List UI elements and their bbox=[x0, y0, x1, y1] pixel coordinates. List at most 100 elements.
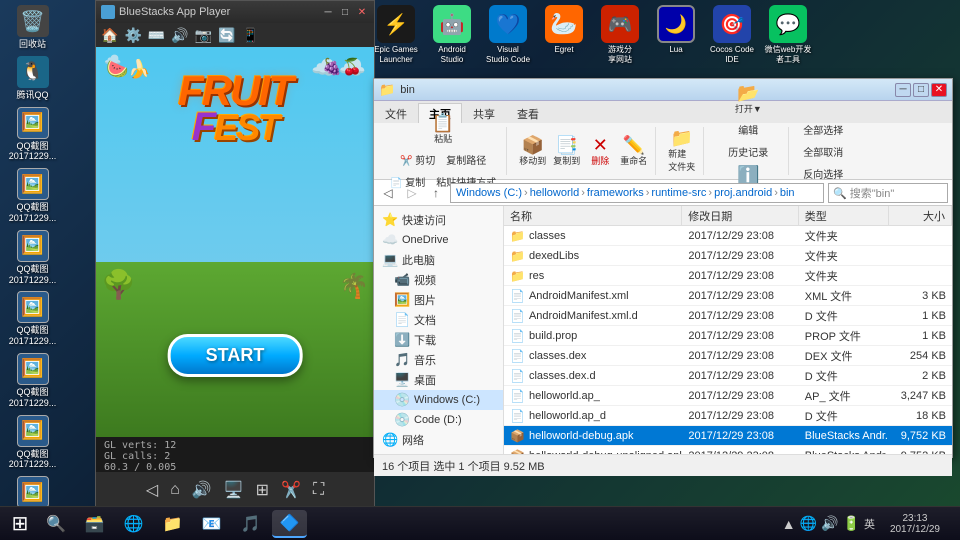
nav-item-documents[interactable]: 📄 文档 bbox=[374, 310, 503, 330]
desktop-icon-screenshot1[interactable]: 🖼️ QQ截图20171229... bbox=[5, 107, 60, 163]
ribbon-select-all-button[interactable]: 全部选择 bbox=[799, 120, 847, 139]
path-windows[interactable]: Windows (C:) bbox=[456, 187, 522, 199]
emulator-close-button[interactable]: ✕ bbox=[355, 5, 369, 19]
desktop-icon-screenshot4[interactable]: 🖼️ QQ截图20171229... bbox=[5, 291, 60, 347]
taskbar-bluestacks-button[interactable]: 🔷 bbox=[272, 510, 308, 538]
address-path[interactable]: Windows (C:) › helloworld › frameworks ›… bbox=[450, 183, 824, 203]
emulator-volume-icon[interactable]: 🔊 bbox=[171, 27, 188, 44]
back-button[interactable]: ◁ bbox=[378, 183, 398, 203]
desktop-icon-screenshot5[interactable]: 🖼️ QQ截图20171229... bbox=[5, 353, 60, 409]
ribbon-open-button[interactable]: 📂 打开▼ bbox=[733, 82, 764, 117]
forward-button[interactable]: ▷ bbox=[402, 183, 422, 203]
file-explorer-minimize-button[interactable]: ─ bbox=[895, 83, 911, 97]
notification-button[interactable] bbox=[949, 510, 955, 538]
nav-item-onedrive[interactable]: ☁️ OneDrive bbox=[374, 230, 503, 250]
nav-item-downloads[interactable]: ⬇️ 下载 bbox=[374, 330, 503, 350]
file-row-classes[interactable]: 📁classes 2017/12/29 23:08 文件夹 bbox=[504, 226, 952, 246]
emulator-home-nav-icon[interactable]: ⌂ bbox=[170, 481, 180, 499]
path-bin[interactable]: bin bbox=[780, 187, 795, 199]
game-start-button[interactable]: START bbox=[168, 334, 303, 377]
ribbon-rename-button[interactable]: ✏️ 重命名 bbox=[618, 134, 649, 169]
col-date-header[interactable]: 修改日期 bbox=[682, 206, 798, 225]
desktop-icon-screenshot2[interactable]: 🖼️ QQ截图20171229... bbox=[5, 168, 60, 224]
emulator-resize-icon[interactable]: ✂️ bbox=[281, 480, 301, 500]
search-box[interactable]: 🔍 搜索"bin" bbox=[828, 183, 948, 203]
egret-icon[interactable]: 🦢 Egret bbox=[538, 5, 590, 55]
emulator-maximize-button[interactable]: □ bbox=[338, 5, 352, 19]
path-proj[interactable]: proj.android bbox=[714, 187, 772, 199]
nav-item-thispc[interactable]: 💻 此电脑 bbox=[374, 250, 503, 270]
ribbon-deselect-button[interactable]: 全部取消 bbox=[799, 142, 847, 161]
ribbon-copy-path-button[interactable]: 复制路径 bbox=[442, 150, 490, 169]
vscode-icon[interactable]: 💙 VisualStudio Code bbox=[482, 5, 534, 64]
emulator-volume-up-icon[interactable]: 🔊 bbox=[192, 480, 212, 500]
input-method-icon[interactable]: 英 bbox=[864, 516, 875, 532]
ribbon-move-button[interactable]: 📦 移动到 bbox=[517, 134, 548, 169]
ribbon-tab-file[interactable]: 文件 bbox=[374, 103, 418, 123]
file-row-apd[interactable]: 📄helloworld.ap_d 2017/12/29 23:08 D 文件 1… bbox=[504, 406, 952, 426]
taskbar-task-view-button[interactable]: 🗃️ bbox=[77, 510, 113, 538]
up-button[interactable]: ↑ bbox=[426, 183, 446, 203]
nav-item-quickaccess[interactable]: ⭐ 快速访问 bbox=[374, 210, 503, 230]
path-helloworld[interactable]: helloworld bbox=[530, 187, 580, 199]
cocos-icon[interactable]: 🎯 Cocos CodeIDE bbox=[706, 5, 758, 64]
start-button[interactable]: ⊞ bbox=[5, 510, 35, 538]
nav-item-code-d[interactable]: 💿 Code (D:) bbox=[374, 410, 503, 430]
file-row-ap[interactable]: 📄helloworld.ap_ 2017/12/29 23:08 AP_ 文件 … bbox=[504, 386, 952, 406]
file-row-buildprop[interactable]: 📄build.prop 2017/12/29 23:08 PROP 文件 1 K… bbox=[504, 326, 952, 346]
desktop-icon-screenshot3[interactable]: 🖼️ QQ截图20171229... bbox=[5, 230, 60, 286]
nav-item-video[interactable]: 📹 视频 bbox=[374, 270, 503, 290]
epic-games-icon[interactable]: ⚡ Epic GamesLauncher bbox=[370, 5, 422, 64]
nav-item-desktop[interactable]: 🖥️ 桌面 bbox=[374, 370, 503, 390]
taskbar-folder-button[interactable]: 📁 bbox=[155, 510, 191, 538]
file-row-manifest-xml[interactable]: 📄AndroidManifest.xml 2017/12/29 23:08 XM… bbox=[504, 286, 952, 306]
game-share-icon[interactable]: 🎮 游戏分享网站 bbox=[594, 5, 646, 64]
col-type-header[interactable]: 类型 bbox=[799, 206, 889, 225]
file-row-classes-dex[interactable]: 📄classes.dex 2017/12/29 23:08 DEX 文件 254… bbox=[504, 346, 952, 366]
ribbon-delete-button[interactable]: ✕ 删除 bbox=[585, 134, 615, 169]
tray-battery-icon[interactable]: 🔋 bbox=[843, 515, 860, 532]
tray-network-icon[interactable]: 🌐 bbox=[800, 515, 817, 532]
file-row-debug-apk[interactable]: 📦helloworld-debug.apk 2017/12/29 23:08 B… bbox=[504, 426, 952, 446]
ribbon-copy-to-button[interactable]: 📑 复制到 bbox=[551, 134, 582, 169]
emulator-back-icon[interactable]: ◁ bbox=[146, 480, 158, 500]
emulator-home-icon[interactable]: 🏠 bbox=[101, 27, 118, 44]
desktop-icon-screenshot6[interactable]: 🖼️ QQ截图20171229... bbox=[5, 415, 60, 471]
android-studio-icon[interactable]: 🤖 AndroidStudio bbox=[426, 5, 478, 64]
file-explorer-close-button[interactable]: ✕ bbox=[931, 83, 947, 97]
nav-item-music[interactable]: 🎵 音乐 bbox=[374, 350, 503, 370]
emulator-monitor-icon[interactable]: 🖥️ bbox=[224, 480, 244, 500]
ribbon-history-button[interactable]: 历史记录 bbox=[724, 142, 772, 161]
taskbar-media-button[interactable]: 🎵 bbox=[233, 510, 269, 538]
taskbar-search-icon[interactable]: 🔍 bbox=[38, 510, 74, 538]
desktop-icon-recycle[interactable]: 🗑️ 回收站 bbox=[5, 5, 60, 50]
ribbon-new-folder-button[interactable]: 📁 新建文件夹 bbox=[666, 127, 697, 175]
nav-item-network[interactable]: 🌐 网络 bbox=[374, 430, 503, 450]
path-frameworks[interactable]: frameworks bbox=[587, 187, 644, 199]
ribbon-paste-button[interactable]: 📋 粘贴 bbox=[428, 112, 458, 147]
file-row-res[interactable]: 📁res 2017/12/29 23:08 文件夹 bbox=[504, 266, 952, 286]
tray-expand-icon[interactable]: ▲ bbox=[782, 516, 796, 532]
file-row-manifest-d[interactable]: 📄AndroidManifest.xml.d 2017/12/29 23:08 … bbox=[504, 306, 952, 326]
col-size-header[interactable]: 大小 bbox=[889, 206, 952, 225]
taskbar-edge-button[interactable]: 🌐 bbox=[116, 510, 152, 538]
desktop-icon-qq1[interactable]: 🐧 腾讯QQ bbox=[5, 56, 60, 101]
ribbon-cut-button[interactable]: ✂️ 剪切 bbox=[396, 150, 439, 169]
file-row-debug-unaligned[interactable]: 📦helloworld-debug-unaligned.apk 2017/12/… bbox=[504, 446, 952, 454]
ribbon-invert-select-button[interactable]: 反向选择 bbox=[799, 164, 847, 183]
ribbon-edit-button[interactable]: 编辑 bbox=[734, 120, 762, 139]
emulator-rotate-icon[interactable]: 🔄 bbox=[218, 27, 235, 44]
taskbar-clock[interactable]: 23:13 2017/12/29 bbox=[884, 513, 946, 535]
emulator-keyboard-icon[interactable]: ⌨️ bbox=[148, 27, 165, 44]
file-row-dexedlibs[interactable]: 📁dexedLibs 2017/12/29 23:08 文件夹 bbox=[504, 246, 952, 266]
emulator-camera-icon[interactable]: 📷 bbox=[195, 27, 212, 44]
emulator-expand-icon[interactable]: ⊞ bbox=[256, 480, 269, 500]
wechat-icon[interactable]: 💬 微信web开发者工具 bbox=[762, 5, 814, 64]
tray-volume-icon[interactable]: 🔊 bbox=[821, 515, 838, 532]
file-row-classes-dex-d[interactable]: 📄classes.dex.d 2017/12/29 23:08 D 文件 2 K… bbox=[504, 366, 952, 386]
nav-item-windows-c[interactable]: 💿 Windows (C:) bbox=[374, 390, 503, 410]
file-explorer-maximize-button[interactable]: □ bbox=[913, 83, 929, 97]
lua-icon[interactable]: 🌙 Lua bbox=[650, 5, 702, 55]
emulator-fullscreen-icon[interactable]: ⛶ bbox=[313, 481, 324, 499]
taskbar-mail-button[interactable]: 📧 bbox=[194, 510, 230, 538]
